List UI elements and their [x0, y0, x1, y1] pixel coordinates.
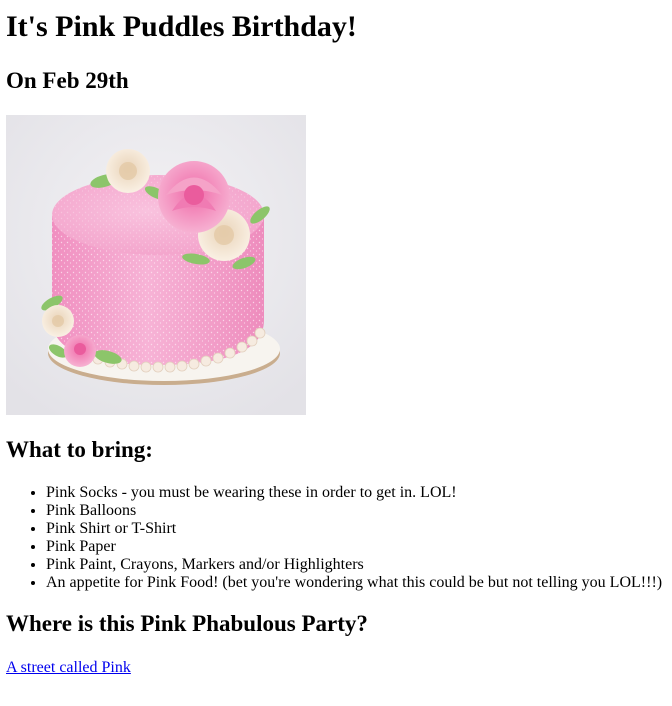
page-container: It's Pink Puddles Birthday! On Feb 29th [0, 10, 672, 677]
list-item: Pink Socks - you must be wearing these i… [46, 484, 666, 502]
party-date-heading: On Feb 29th [6, 68, 129, 93]
what-to-bring-heading: What to bring: [6, 437, 153, 462]
location-link[interactable]: A street called Pink [6, 659, 131, 677]
list-item: Pink Shirt or T-Shirt [46, 520, 666, 538]
list-item: Pink Balloons [46, 502, 666, 520]
bring-list: Pink Socks - you must be wearing these i… [6, 484, 666, 592]
list-item: An appetite for Pink Food! (bet you're w… [46, 574, 666, 592]
list-item: Pink Paint, Crayons, Markers and/or High… [46, 556, 666, 574]
list-item: Pink Paper [46, 538, 666, 556]
page-title: It's Pink Puddles Birthday! [6, 10, 357, 43]
cake-image [6, 115, 306, 415]
cake-illustration [6, 115, 306, 415]
party-location-heading: Where is this Pink Phabulous Party? [6, 611, 368, 636]
